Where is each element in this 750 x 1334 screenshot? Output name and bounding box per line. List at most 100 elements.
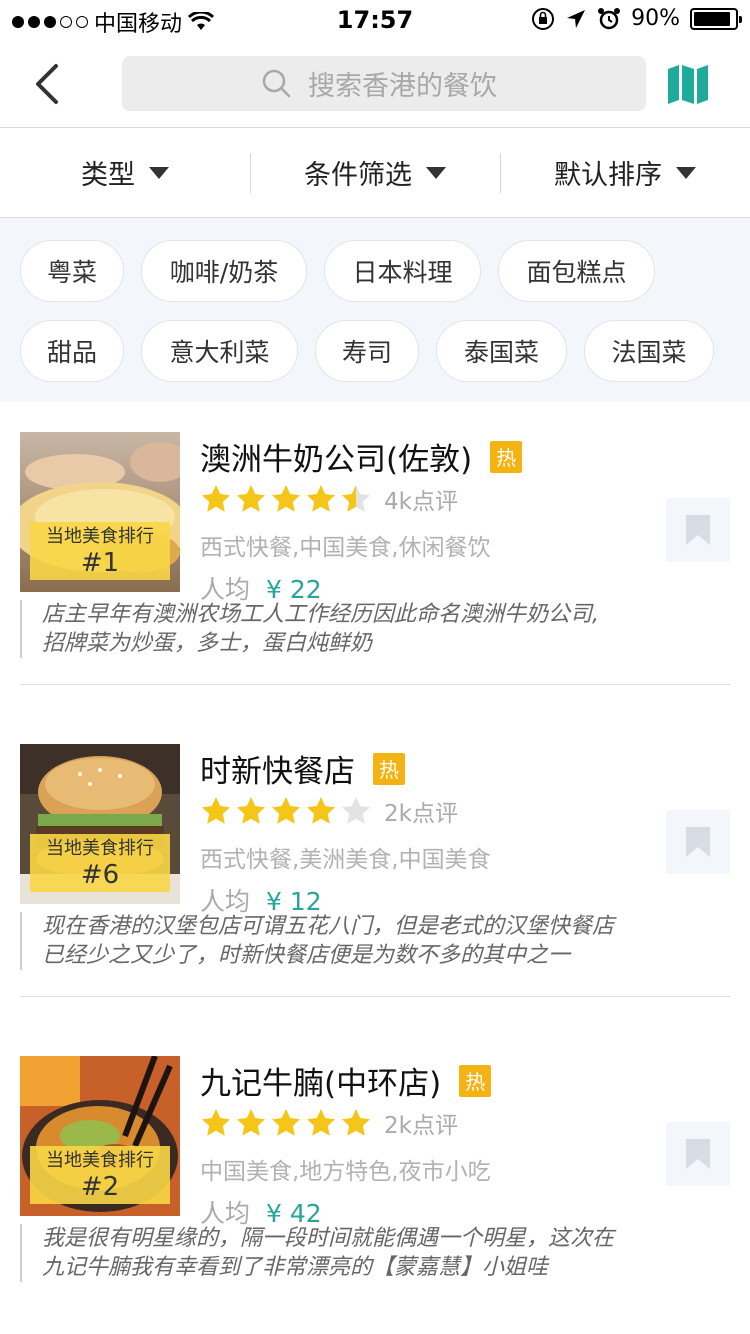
map-icon[interactable] — [666, 64, 710, 104]
food-photo: 当地美食排行 #1 — [20, 432, 180, 592]
battery-fill — [694, 11, 730, 26]
star-icon — [342, 797, 370, 824]
review-count[interactable]: 4k点评 — [384, 482, 458, 516]
star-icon — [272, 797, 300, 824]
filter-type[interactable]: 类型 — [0, 128, 250, 218]
restaurant-card[interactable]: 当地美食排行 #1 澳洲牛奶公司(佐敦) 热 4k点评 西式快餐,中国美食,休闲… — [0, 402, 750, 714]
star-icon — [307, 485, 335, 512]
recommendation-quote: 我是很有明星缘的，隔一段时间就能偶遇一个明星，这次在 九记牛腩我有幸看到了非常漂… — [20, 1224, 700, 1282]
chip-japanese[interactable]: 日本料理 — [324, 240, 481, 302]
review-count[interactable]: 2k点评 — [384, 794, 458, 828]
bookmark-button[interactable] — [666, 498, 730, 562]
rank-badge: 当地美食排行 #6 — [30, 834, 170, 892]
star-icon — [237, 797, 265, 824]
back-icon[interactable] — [28, 62, 68, 106]
rating-row: 2k点评 — [200, 794, 458, 828]
quote-line: 我是很有明星缘的，隔一段时间就能偶遇一个明星，这次在 — [42, 1226, 615, 1251]
caret-down-icon — [676, 166, 696, 179]
restaurant-name[interactable]: 九记牛腩(中环店) — [200, 1058, 441, 1103]
food-photo: 当地美食排行 #2 — [20, 1056, 180, 1216]
rotation-lock-icon — [532, 7, 555, 30]
star-icon — [272, 485, 300, 512]
chip-bakery[interactable]: 面包糕点 — [498, 240, 655, 302]
category-chips: 粤菜 咖啡/奶茶 日本料理 面包糕点 甜品 意大利菜 寿司 泰国菜 法国菜 — [0, 218, 750, 402]
restaurant-title: 澳洲牛奶公司(佐敦) 热 — [200, 434, 523, 479]
caret-down-icon — [426, 166, 446, 179]
recommendation-quote: 现在香港的汉堡包店可谓五花八门，但是老式的汉堡快餐店 已经少之又少了，时新快餐店… — [20, 912, 700, 970]
filter-label: 条件筛选 — [304, 160, 412, 191]
star-icon — [307, 1109, 335, 1136]
quote-line: 店主早年有澳洲农场工人工作经历因此命名澳洲牛奶公司, — [42, 602, 599, 627]
star-icon — [307, 797, 335, 824]
nav-bar: 搜索香港的餐饮 — [0, 40, 750, 128]
status-right: 90% — [531, 6, 742, 31]
star-rating — [200, 483, 372, 515]
star-icon — [237, 485, 265, 512]
bookmark-icon — [686, 515, 710, 545]
chip-sushi[interactable]: 寿司 — [315, 320, 419, 382]
location-icon — [567, 9, 586, 28]
star-icon — [272, 1109, 300, 1136]
star-rating — [200, 1107, 372, 1139]
quote-line: 九记牛腩我有幸看到了非常漂亮的【蒙嘉慧】小姐哇 — [42, 1255, 549, 1280]
star-icon — [202, 1109, 230, 1136]
restaurant-title: 时新快餐店 热 — [200, 746, 405, 791]
chip-italian[interactable]: 意大利菜 — [141, 320, 298, 382]
star-icon — [202, 485, 230, 512]
alarm-icon — [598, 7, 621, 29]
filter-label: 默认排序 — [554, 160, 662, 191]
quote-line: 现在香港的汉堡包店可谓五花八门，但是老式的汉堡快餐店 — [42, 914, 615, 939]
rank-number: #1 — [80, 548, 120, 578]
caret-down-icon — [149, 166, 169, 179]
rank-badge: 当地美食排行 #2 — [30, 1146, 170, 1204]
status-bar: 中国移动 17:57 90% — [0, 0, 750, 40]
chip-coffee-milktea[interactable]: 咖啡/奶茶 — [141, 240, 307, 302]
restaurant-card[interactable]: 当地美食排行 #2 九记牛腩(中环店) 热 2k点评 中国美食,地方特色,夜市小… — [0, 1026, 750, 1334]
restaurant-name[interactable]: 澳洲牛奶公司(佐敦) — [200, 434, 472, 479]
search-icon — [262, 69, 291, 98]
chip-thai[interactable]: 泰国菜 — [436, 320, 567, 382]
hot-badge: 热 — [490, 440, 523, 473]
rank-number: #6 — [80, 860, 120, 890]
star-icon — [237, 1109, 265, 1136]
rank-badge: 当地美食排行 #1 — [30, 522, 170, 580]
restaurant-name[interactable]: 时新快餐店 — [200, 746, 355, 791]
search-input[interactable]: 搜索香港的餐饮 — [122, 56, 646, 111]
battery-icon — [690, 7, 742, 30]
bookmark-button[interactable] — [666, 1122, 730, 1186]
rank-label: 当地美食排行 — [46, 526, 154, 547]
restaurant-card[interactable]: 当地美食排行 #6 时新快餐店 热 2k点评 西式快餐,美洲美食,中国美食 人均… — [0, 714, 750, 1026]
battery-percent: 90% — [631, 6, 680, 31]
filter-label: 类型 — [81, 160, 135, 191]
food-photo: 当地美食排行 #6 — [20, 744, 180, 904]
bookmark-icon — [686, 1139, 710, 1169]
bookmark-icon — [686, 827, 710, 857]
filter-bar: 类型 条件筛选 默认排序 — [0, 128, 750, 218]
filter-conditions[interactable]: 条件筛选 — [250, 128, 500, 218]
rank-label: 当地美食排行 — [46, 838, 154, 859]
restaurant-categories: 中国美食,地方特色,夜市小吃 — [200, 1159, 491, 1185]
star-icon — [342, 1109, 370, 1136]
filter-sort[interactable]: 默认排序 — [500, 128, 750, 218]
chip-french[interactable]: 法国菜 — [584, 320, 714, 382]
rank-label: 当地美食排行 — [46, 1150, 154, 1171]
rating-row: 2k点评 — [200, 1106, 458, 1140]
search-placeholder: 搜索香港的餐饮 — [308, 71, 497, 102]
chip-cantonese[interactable]: 粤菜 — [20, 240, 124, 302]
hot-badge: 热 — [459, 1064, 492, 1097]
star-icon — [202, 797, 230, 824]
bookmark-button[interactable] — [666, 810, 730, 874]
review-count[interactable]: 2k点评 — [384, 1106, 458, 1140]
star-icon — [342, 485, 370, 512]
chip-dessert[interactable]: 甜品 — [20, 320, 124, 382]
restaurant-title: 九记牛腩(中环店) 热 — [200, 1058, 492, 1103]
hot-badge: 热 — [373, 752, 405, 785]
divider — [20, 684, 730, 685]
restaurant-categories: 西式快餐,美洲美食,中国美食 — [200, 847, 491, 873]
quote-line: 招牌菜为炒蛋，多士，蛋白炖鲜奶 — [42, 631, 373, 656]
recommendation-quote: 店主早年有澳洲农场工人工作经历因此命名澳洲牛奶公司, 招牌菜为炒蛋，多士，蛋白炖… — [20, 600, 700, 658]
rating-row: 4k点评 — [200, 482, 458, 516]
restaurant-categories: 西式快餐,中国美食,休闲餐饮 — [200, 535, 491, 561]
quote-line: 已经少之又少了，时新快餐店便是为数不多的其中之一 — [42, 943, 571, 968]
divider — [20, 996, 730, 997]
